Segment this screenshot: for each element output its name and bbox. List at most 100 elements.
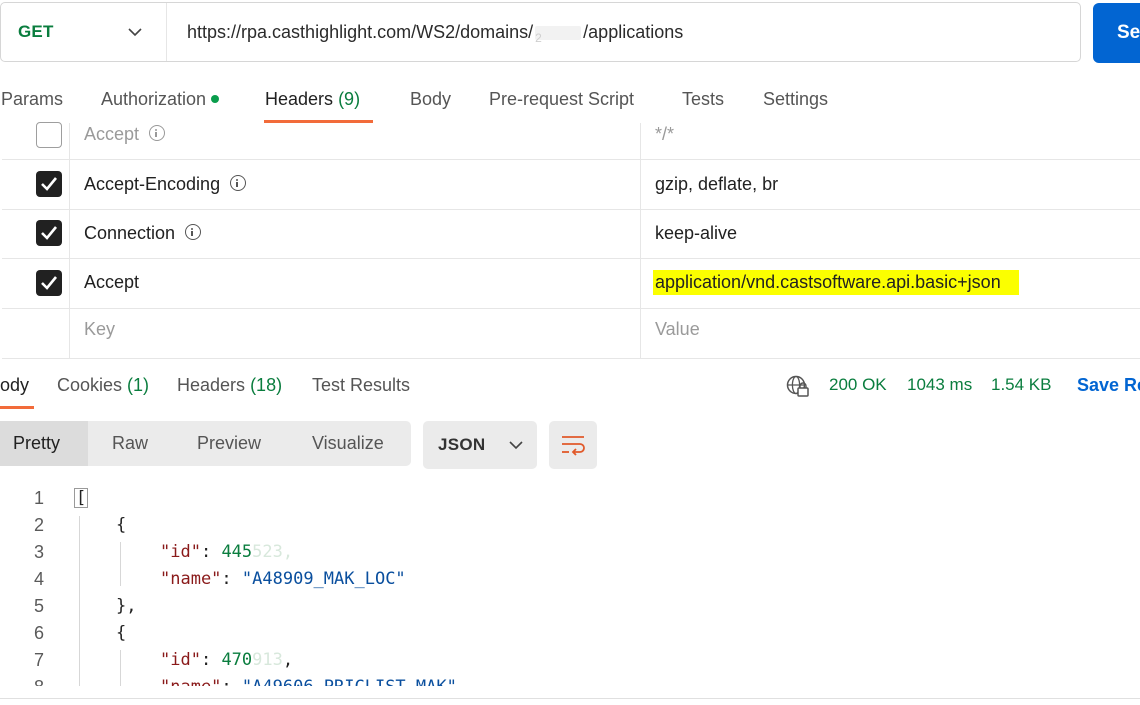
format-select[interactable]: JSON — [423, 421, 537, 469]
tab-cookies-count: (1) — [127, 375, 150, 395]
save-response-button[interactable]: Save Re — [1077, 375, 1140, 396]
row-key-cell: Accept-Encoding — [70, 159, 641, 209]
status-code[interactable]: 200 OK — [829, 375, 887, 395]
row-key-cell: Key — [70, 308, 641, 358]
method-select[interactable]: GET — [1, 3, 167, 61]
active-response-tab-indicator — [0, 406, 34, 409]
mode-pretty[interactable]: Pretty — [0, 421, 88, 466]
line-number: 7 — [33, 650, 44, 670]
header-key-text: Accept — [84, 124, 140, 144]
row-value-cell: */* — [641, 123, 1140, 159]
header-value[interactable]: application/vnd.castsoftware.api.basic+j… — [653, 270, 1019, 295]
json-key: "id" — [160, 650, 201, 670]
wrap-lines-icon — [562, 436, 585, 456]
header-key[interactable]: Accept-Encoding — [84, 174, 247, 195]
checkmark-icon — [41, 276, 58, 290]
wrap-lines-button[interactable] — [549, 421, 597, 469]
json-colon: : — [221, 677, 241, 686]
tab-cookies[interactable]: Cookies (1) — [57, 375, 149, 396]
tab-settings[interactable]: Settings — [763, 84, 828, 122]
json-number-masked: 523, — [252, 542, 294, 562]
method-label: GET — [18, 22, 54, 41]
json-key: "name" — [160, 677, 221, 686]
tab-headers[interactable]: Headers (9) — [265, 84, 360, 122]
indent-guide — [120, 542, 121, 586]
mode-raw[interactable]: Raw — [112, 421, 148, 466]
tab-response-headers[interactable]: Headers (18) — [177, 375, 282, 396]
json-number: 470 — [221, 650, 253, 670]
json-string: "A48909_MAK_LOC" — [241, 569, 406, 589]
json-bracket: [ — [74, 488, 89, 508]
row-checkbox-cell — [2, 122, 70, 159]
checkmark-icon — [41, 177, 58, 191]
row-checkbox-cell — [2, 159, 70, 209]
row-value-cell: Value — [641, 308, 1140, 358]
header-key[interactable]: Accept — [84, 124, 166, 145]
row-key-cell: Connection — [70, 209, 641, 258]
json-key: "id" — [160, 542, 201, 562]
tab-body[interactable]: Body — [410, 84, 451, 122]
table-row: Accept application/vnd.castsoftware.api.… — [2, 258, 1140, 309]
row-key-cell: Accept — [70, 123, 641, 159]
mode-preview[interactable]: Preview — [197, 421, 261, 466]
row-value-cell: keep-alive — [641, 209, 1140, 258]
json-string: "A49606_PRICLIST_MAK" — [242, 677, 457, 686]
mode-visualize[interactable]: Visualize — [312, 421, 384, 466]
key-input[interactable]: Key — [84, 319, 115, 340]
tab-params[interactable]: Params — [1, 84, 63, 122]
status-dot-icon — [211, 95, 220, 104]
url-masked-text: 2 — [535, 30, 542, 45]
row-value-cell: application/vnd.castsoftware.api.basic+j… — [641, 258, 1140, 308]
row-checkbox-cell — [2, 308, 70, 358]
header-value[interactable]: keep-alive — [655, 223, 737, 244]
header-value[interactable]: gzip, deflate, br — [655, 174, 778, 195]
header-checkbox[interactable] — [36, 122, 62, 148]
code-line: { — [116, 515, 127, 535]
tab-authorization[interactable]: Authorization — [101, 84, 220, 122]
code-line: "name": "A48909_MAK_LOC" — [160, 569, 406, 589]
info-icon[interactable] — [185, 224, 202, 241]
row-checkbox-cell — [2, 209, 70, 258]
checkmark-icon — [41, 226, 58, 240]
url-masked-segment: 2 — [535, 25, 582, 45]
code-line: }, — [116, 596, 137, 616]
table-row: Connection keep-alive — [2, 209, 1140, 259]
json-colon: : — [200, 650, 222, 670]
json-colon: : — [221, 569, 242, 589]
tab-test-results[interactable]: Test Results — [312, 375, 410, 396]
table-row: Accept */* — [2, 122, 1140, 160]
line-number: 5 — [33, 596, 44, 616]
tab-authorization-label: Authorization — [101, 89, 207, 109]
send-button[interactable]: Se — [1093, 3, 1140, 63]
value-input[interactable]: Value — [655, 319, 700, 340]
tab-pre-request-script[interactable]: Pre-request Script — [489, 84, 634, 122]
tab-tests[interactable]: Tests — [682, 84, 724, 122]
json-comma: , — [282, 650, 294, 670]
line-number: 1 — [33, 488, 44, 508]
tab-response-body[interactable]: ody — [0, 375, 29, 396]
network-globe-icon[interactable] — [786, 375, 810, 399]
line-number: 6 — [33, 623, 44, 643]
header-checkbox[interactable] — [36, 171, 62, 197]
response-size[interactable]: 1.54 KB — [991, 375, 1052, 395]
info-icon[interactable] — [149, 125, 166, 142]
url-input[interactable]: https://rpa.casthighlight.com/WS2/domain… — [167, 22, 683, 45]
header-key[interactable]: Accept — [84, 272, 139, 293]
line-number: 2 — [33, 515, 44, 535]
tab-headers-label: Headers — [265, 89, 334, 109]
header-key[interactable]: Connection — [84, 223, 202, 244]
header-checkbox[interactable] — [36, 270, 62, 296]
row-checkbox-cell — [2, 258, 70, 308]
code-line: [ — [74, 488, 89, 508]
response-time[interactable]: 1043 ms — [907, 375, 972, 395]
json-number: 445 — [221, 542, 253, 562]
response-code-viewer[interactable]: 1 2 3 4 5 6 7 8 [ { "id": 445523, "name"… — [0, 480, 1140, 686]
info-icon[interactable] — [230, 175, 247, 192]
header-value[interactable]: */* — [655, 124, 674, 145]
tab-headers-count: (9) — [338, 89, 361, 109]
header-checkbox[interactable] — [36, 220, 62, 246]
request-tabs: Params Authorization Headers (9) Body Pr… — [0, 84, 1140, 124]
table-row: Accept-Encoding gzip, deflate, br — [2, 159, 1140, 210]
header-key-text: Accept-Encoding — [84, 174, 221, 194]
indent-guide — [120, 650, 121, 686]
